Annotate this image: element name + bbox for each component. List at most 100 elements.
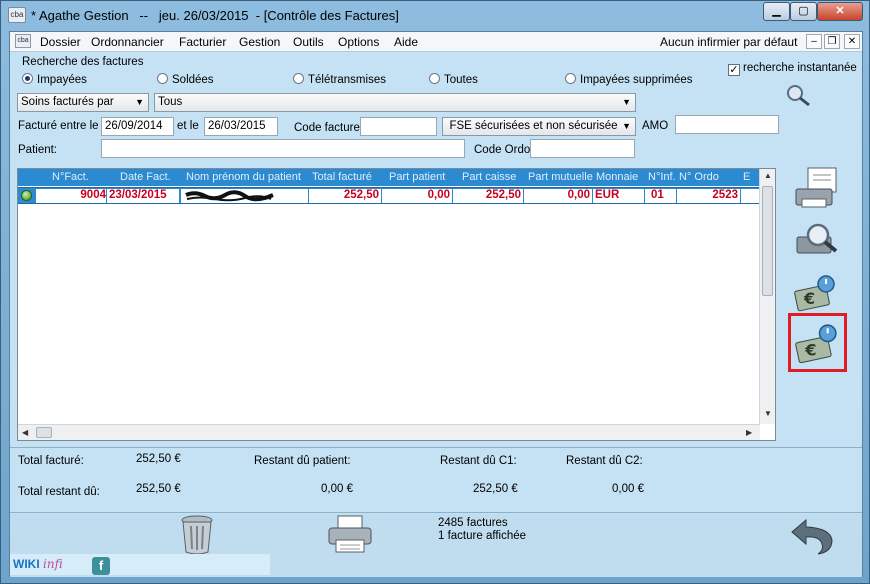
soins-factures-select[interactable]: Soins facturés par ▼: [17, 93, 149, 112]
amo-label: AMO: [642, 120, 669, 132]
document-icon[interactable]: cba: [15, 34, 31, 48]
scroll-down-icon[interactable]: ▼: [764, 409, 772, 418]
wiki-word: WIKI: [13, 557, 40, 571]
radio-impayees-supprimees[interactable]: Impayées supprimées: [565, 73, 693, 86]
cell-num: 9004: [80, 189, 106, 201]
scroll-left-icon[interactable]: ◀: [22, 428, 28, 437]
radio-dot-icon: [429, 73, 440, 84]
menu-ordonnancier[interactable]: Ordonnancier: [91, 35, 164, 49]
default-nurse-label: Aucun infirmier par défaut: [660, 35, 798, 49]
payment-alt-icon[interactable]: €: [791, 316, 844, 369]
svg-text:€: €: [804, 341, 816, 360]
mdi-minimize-button[interactable]: –: [806, 34, 822, 49]
vertical-scroll-thumb[interactable]: [762, 186, 773, 296]
payment-icon[interactable]: €: [792, 270, 844, 316]
radio-dot-icon: [565, 73, 576, 84]
back-arrow-icon[interactable]: [788, 516, 836, 556]
printer-icon[interactable]: [326, 514, 374, 556]
instant-search-checkbox[interactable]: ✓ recherche instantanée: [728, 62, 857, 76]
scroll-up-icon[interactable]: ▲: [764, 171, 772, 180]
grid-header: N°Fact. Date Fact. Nom prénom du patient…: [18, 169, 760, 186]
radio-dot-icon: [293, 73, 304, 84]
col-num-ordo[interactable]: N° Ordo: [679, 169, 719, 186]
radio-teletransmises[interactable]: Télétransmises: [293, 73, 386, 86]
col-num-fact[interactable]: N°Fact.: [52, 169, 89, 186]
mdi-close-button[interactable]: ✕: [844, 34, 860, 49]
redaction-scribble-icon: [185, 190, 274, 202]
code-ordo-input[interactable]: [530, 139, 635, 158]
col-part-caisse[interactable]: Part caisse: [462, 169, 516, 186]
checkbox-check-icon: ✓: [728, 64, 740, 76]
scroll-right-icon[interactable]: ▶: [746, 428, 752, 437]
et-le-label: et le: [177, 120, 199, 132]
code-facture-label: Code facture: [294, 122, 360, 134]
invoice-count: 2485 factures: [438, 517, 508, 529]
col-num-inf[interactable]: N°Inf.: [648, 169, 676, 186]
totals-panel: Total facturé: 252,50 € Restant dû patie…: [10, 447, 862, 513]
date-from-input[interactable]: 26/09/2014: [101, 117, 174, 136]
facture-entre-label: Facturé entre le: [18, 120, 99, 132]
radio-toutes[interactable]: Toutes: [429, 73, 478, 86]
document-window: cba Dossier Ordonnancier Facturier Gesti…: [9, 31, 863, 577]
col-patient[interactable]: Nom prénom du patient: [186, 169, 301, 186]
invoice-grid: N°Fact. Date Fact. Nom prénom du patient…: [17, 168, 776, 441]
menu-options[interactable]: Options: [338, 35, 379, 49]
radio-label: Télétransmises: [308, 74, 386, 86]
highlighted-payment-tool[interactable]: €: [788, 313, 847, 372]
close-button[interactable]: ✕: [817, 2, 863, 21]
menu-facturier[interactable]: Facturier: [179, 35, 226, 49]
wiki-infi-link[interactable]: WIKI infi: [13, 557, 63, 571]
infirmier-select-value: Tous: [158, 96, 183, 108]
menu-gestion[interactable]: Gestion: [239, 35, 280, 49]
app-window: cba * Agathe Gestion -- jeu. 26/03/2015 …: [0, 0, 870, 584]
radio-label: Impayées: [37, 74, 87, 86]
cell-part-mutuelle: 0,00: [567, 189, 590, 201]
dropdown-arrow-icon: ▼: [135, 97, 144, 107]
restant-c2-value: 0,00 €: [612, 483, 644, 495]
col-e[interactable]: E: [743, 169, 750, 186]
infirmier-select[interactable]: Tous ▼: [154, 93, 636, 112]
radio-label: Toutes: [444, 74, 478, 86]
horizontal-scroll-thumb[interactable]: [36, 427, 52, 438]
menu-outils[interactable]: Outils: [293, 35, 324, 49]
total-facture-value: 252,50 €: [136, 453, 181, 465]
maximize-button[interactable]: ▢: [790, 2, 817, 21]
minimize-button[interactable]: ▁: [763, 2, 790, 21]
instant-search-label: recherche instantanée: [743, 62, 857, 74]
amo-input[interactable]: [675, 115, 779, 134]
search-facture-icon[interactable]: [792, 217, 844, 263]
col-part-patient[interactable]: Part patient: [389, 169, 445, 186]
radio-soldees[interactable]: Soldées: [157, 73, 214, 86]
vertical-scrollbar[interactable]: ▲ ▼: [759, 169, 775, 424]
fse-select-value: FSE sécurisées et non sécurisée: [449, 120, 618, 132]
app-icon[interactable]: cba: [8, 7, 26, 23]
code-facture-input[interactable]: [360, 117, 437, 136]
col-monnaie[interactable]: Monnaie: [596, 169, 638, 186]
cell-ordo: 2523: [712, 189, 738, 201]
col-part-mutuelle[interactable]: Part mutuelle: [528, 169, 593, 186]
facebook-icon[interactable]: f: [92, 557, 110, 575]
patient-label: Patient:: [18, 144, 57, 156]
restant-c1-label: Restant dû C1:: [440, 455, 517, 467]
fse-select[interactable]: FSE sécurisées et non sécurisée ▼: [442, 117, 636, 136]
col-total-facture[interactable]: Total facturé: [312, 169, 372, 186]
table-row[interactable]: 9004 23/03/2015 252,50 0,00 252,50 0,00: [18, 187, 760, 204]
radio-impayees[interactable]: Impayées: [22, 73, 87, 86]
cell-inf: 01: [651, 189, 664, 201]
menu-dossier[interactable]: Dossier: [40, 35, 81, 49]
print-facture-icon[interactable]: [792, 165, 844, 211]
patient-input[interactable]: [101, 139, 465, 158]
mdi-restore-button[interactable]: ❐: [824, 34, 840, 49]
col-date-fact[interactable]: Date Fact.: [120, 169, 171, 186]
menu-aide[interactable]: Aide: [394, 35, 418, 49]
cell-part-patient: 0,00: [427, 189, 450, 201]
dropdown-arrow-icon: ▼: [622, 121, 631, 131]
magnifier-icon[interactable]: [783, 82, 813, 108]
cell-total: 252,50: [343, 189, 379, 201]
restant-c2-label: Restant dû C2:: [566, 455, 643, 467]
trash-icon[interactable]: [178, 514, 216, 556]
horizontal-scrollbar[interactable]: ◀ ▶: [18, 424, 760, 440]
total-restant-label: Total restant dû:: [18, 486, 100, 498]
date-to-input[interactable]: 26/03/2015: [204, 117, 278, 136]
bottom-toolbar: 2485 factures 1 facture affichée WIKI in…: [10, 514, 862, 577]
